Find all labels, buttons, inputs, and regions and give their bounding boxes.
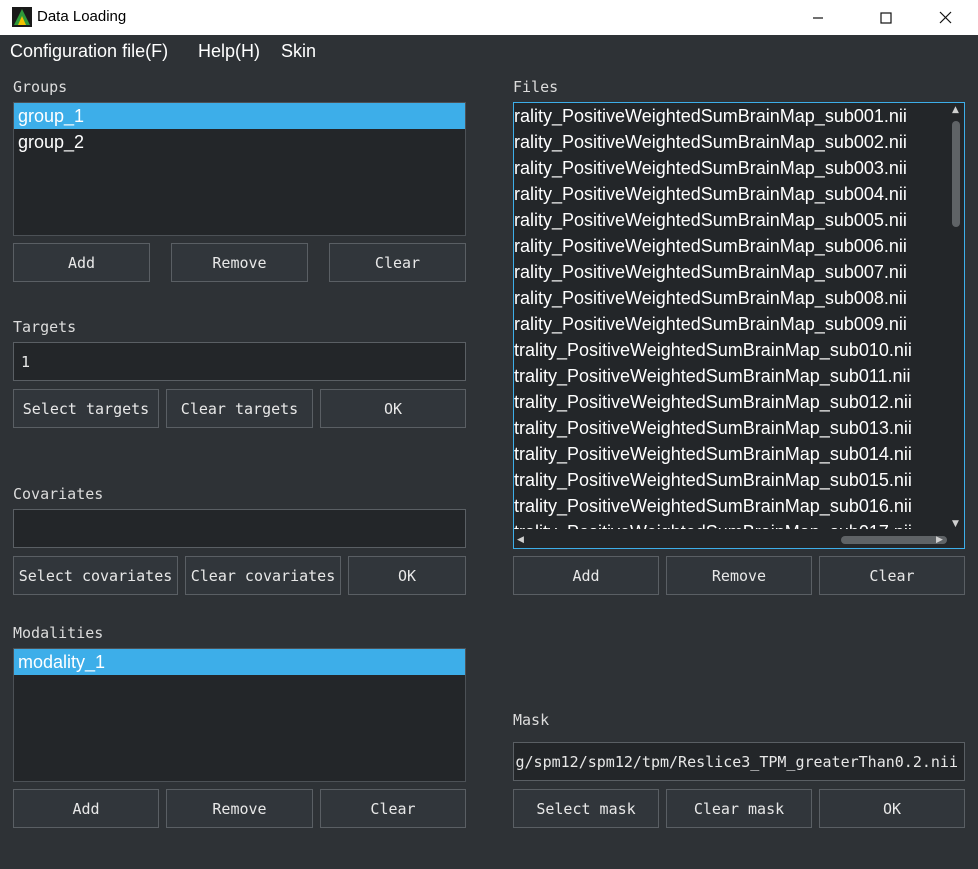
files-label: Files (513, 78, 559, 96)
modality-item-1[interactable]: modality_1 (14, 649, 465, 675)
clear-targets-button[interactable]: Clear targets (166, 389, 313, 428)
group-item-2[interactable]: group_2 (14, 129, 465, 155)
groups-add-button[interactable]: Add (13, 243, 150, 282)
file-item[interactable]: rality_PositiveWeightedSumBrainMap_sub00… (514, 311, 946, 337)
files-horizontal-scrollbar[interactable]: ◀ ▶ (514, 533, 964, 548)
close-button[interactable] (922, 0, 968, 35)
menu-bar: Configuration file(F) Help(H) Skin (0, 35, 978, 68)
modalities-clear-button[interactable]: Clear (320, 789, 466, 828)
select-covariates-button[interactable]: Select covariates (13, 556, 178, 595)
files-horizontal-scroll-thumb[interactable] (841, 536, 947, 544)
file-item[interactable]: trality_PositiveWeightedSumBrainMap_sub0… (514, 467, 946, 493)
minimize-icon (813, 16, 823, 19)
menu-configuration-file[interactable]: Configuration file(F) (10, 41, 168, 62)
targets-field[interactable]: 1 (13, 342, 466, 381)
file-item[interactable]: trality_PositiveWeightedSumBrainMap_sub0… (514, 519, 946, 529)
files-remove-button[interactable]: Remove (666, 556, 812, 595)
file-item[interactable]: rality_PositiveWeightedSumBrainMap_sub00… (514, 103, 946, 129)
close-icon (939, 11, 951, 24)
modalities-add-button[interactable]: Add (13, 789, 159, 828)
maximize-button[interactable] (863, 0, 909, 35)
file-item[interactable]: trality_PositiveWeightedSumBrainMap_sub0… (514, 441, 946, 467)
targets-label: Targets (13, 318, 77, 336)
groups-list[interactable]: group_1 group_2 (13, 102, 466, 236)
scroll-left-icon[interactable]: ◀ (517, 535, 524, 545)
modalities-list[interactable]: modality_1 (13, 648, 466, 782)
scroll-down-icon[interactable]: ▼ (952, 519, 959, 529)
file-item[interactable]: trality_PositiveWeightedSumBrainMap_sub0… (514, 493, 946, 519)
file-item[interactable]: rality_PositiveWeightedSumBrainMap_sub00… (514, 181, 946, 207)
targets-ok-button[interactable]: OK (320, 389, 466, 428)
scroll-right-icon[interactable]: ▶ (936, 535, 943, 545)
file-item[interactable]: rality_PositiveWeightedSumBrainMap_sub00… (514, 129, 946, 155)
scroll-up-icon[interactable]: ▲ (952, 105, 959, 115)
clear-covariates-button[interactable]: Clear covariates (185, 556, 341, 595)
menu-help[interactable]: Help(H) (198, 41, 260, 62)
files-list[interactable]: rality_PositiveWeightedSumBrainMap_sub00… (513, 102, 965, 549)
groups-label: Groups (13, 78, 68, 96)
files-list-content: rality_PositiveWeightedSumBrainMap_sub00… (514, 103, 946, 529)
file-item[interactable]: trality_PositiveWeightedSumBrainMap_sub0… (514, 337, 946, 363)
app-logo-icon (12, 7, 32, 27)
group-item-1[interactable]: group_1 (14, 103, 465, 129)
groups-remove-button[interactable]: Remove (171, 243, 308, 282)
modalities-label: Modalities (13, 624, 104, 642)
file-item[interactable]: rality_PositiveWeightedSumBrainMap_sub00… (514, 259, 946, 285)
title-bar: Data Loading (0, 0, 978, 35)
files-vertical-scroll-thumb[interactable] (952, 121, 960, 227)
covariates-label: Covariates (13, 485, 104, 503)
mask-label: Mask (513, 711, 550, 729)
file-item[interactable]: rality_PositiveWeightedSumBrainMap_sub00… (514, 233, 946, 259)
file-item[interactable]: trality_PositiveWeightedSumBrainMap_sub0… (514, 389, 946, 415)
files-add-button[interactable]: Add (513, 556, 659, 595)
mask-field[interactable]: g/spm12/spm12/tpm/Reslice3_TPM_greaterTh… (513, 742, 965, 781)
modalities-remove-button[interactable]: Remove (166, 789, 313, 828)
window-title: Data Loading (37, 8, 127, 25)
file-item[interactable]: trality_PositiveWeightedSumBrainMap_sub0… (514, 415, 946, 441)
maximize-icon (880, 11, 892, 24)
covariates-ok-button[interactable]: OK (348, 556, 466, 595)
select-targets-button[interactable]: Select targets (13, 389, 159, 428)
files-clear-button[interactable]: Clear (819, 556, 965, 595)
clear-mask-button[interactable]: Clear mask (666, 789, 812, 828)
menu-skin[interactable]: Skin (281, 41, 316, 62)
groups-clear-button[interactable]: Clear (329, 243, 466, 282)
select-mask-button[interactable]: Select mask (513, 789, 659, 828)
file-item[interactable]: rality_PositiveWeightedSumBrainMap_sub00… (514, 155, 946, 181)
file-item[interactable]: rality_PositiveWeightedSumBrainMap_sub00… (514, 285, 946, 311)
files-vertical-scrollbar[interactable]: ▲ ▼ (948, 103, 964, 533)
file-item[interactable]: rality_PositiveWeightedSumBrainMap_sub00… (514, 207, 946, 233)
file-item[interactable]: trality_PositiveWeightedSumBrainMap_sub0… (514, 363, 946, 389)
mask-ok-button[interactable]: OK (819, 789, 965, 828)
minimize-button[interactable] (795, 0, 841, 35)
covariates-field[interactable] (13, 509, 466, 548)
